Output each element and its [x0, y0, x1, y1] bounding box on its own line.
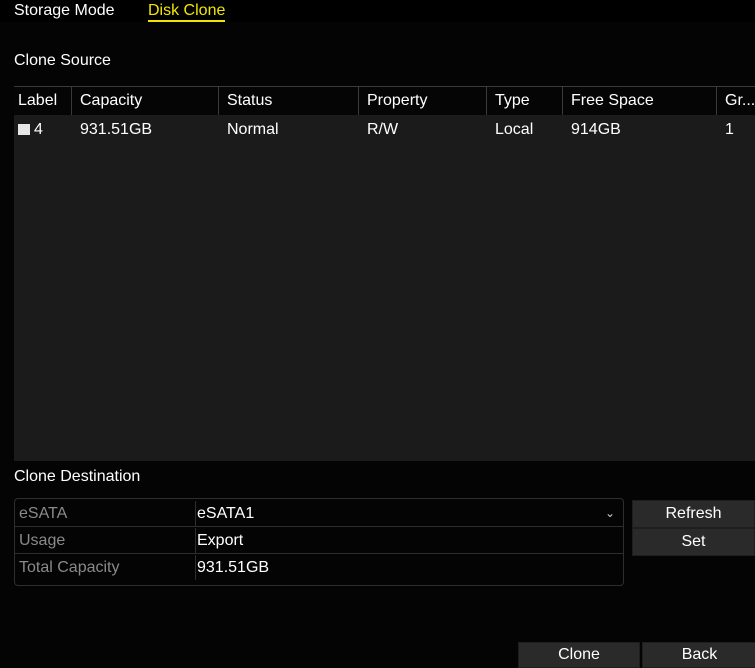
usage-label: Usage — [19, 532, 66, 549]
row-type: Local — [495, 121, 534, 138]
total-capacity-value: 931.51GB — [197, 559, 270, 576]
esata-value: eSATA1 — [197, 505, 255, 522]
column-divider[interactable] — [562, 87, 563, 115]
esata-select[interactable]: eSATA1 ⌄ — [196, 501, 623, 526]
refresh-button[interactable]: Refresh — [632, 500, 755, 528]
usage-row: Usage Export — [15, 528, 623, 554]
back-button[interactable]: Back — [642, 642, 755, 668]
tab-storage-mode[interactable]: Storage Mode — [14, 2, 115, 20]
column-header-property[interactable]: Property — [367, 87, 427, 115]
clone-source-title: Clone Source — [14, 52, 111, 69]
divider — [195, 528, 196, 553]
clone-destination-title: Clone Destination — [14, 468, 141, 485]
column-header-capacity[interactable]: Capacity — [80, 87, 142, 115]
row-group: 1 — [725, 121, 734, 138]
column-header-status[interactable]: Status — [227, 87, 272, 115]
esata-row: eSATA eSATA1 ⌄ — [15, 501, 623, 527]
chevron-down-icon[interactable]: ⌄ — [605, 501, 615, 526]
column-header-label[interactable]: Label — [18, 87, 57, 115]
table-header: Label Capacity Status Property Type Free… — [14, 87, 755, 115]
set-button[interactable]: Set — [632, 528, 755, 556]
column-divider[interactable] — [358, 87, 359, 115]
row-capacity: 931.51GB — [80, 121, 153, 138]
column-divider[interactable] — [71, 87, 72, 115]
column-header-type[interactable]: Type — [495, 87, 530, 115]
divider — [195, 555, 196, 580]
row-free-space: 914GB — [571, 121, 621, 138]
column-divider[interactable] — [486, 87, 487, 115]
column-header-free-space[interactable]: Free Space — [571, 87, 654, 115]
total-capacity-label: Total Capacity — [19, 559, 120, 576]
row-property: R/W — [367, 121, 399, 138]
column-header-group[interactable]: Gr... — [725, 87, 755, 115]
row-status: Normal — [227, 121, 279, 138]
clone-destination-panel: eSATA eSATA1 ⌄ Usage Export Total Capaci… — [14, 498, 624, 586]
usage-value: Export — [197, 532, 244, 549]
tab-bar: Storage Mode Disk Clone — [0, 0, 755, 22]
clone-source-table: Label Capacity Status Property Type Free… — [14, 86, 755, 461]
total-capacity-row: Total Capacity 931.51GB — [15, 555, 623, 580]
clone-button[interactable]: Clone — [518, 642, 640, 668]
tab-disk-clone[interactable]: Disk Clone — [148, 2, 226, 22]
row-label: 4 — [34, 121, 43, 138]
esata-label: eSATA — [19, 505, 68, 522]
column-divider[interactable] — [716, 87, 717, 115]
checkbox-icon[interactable] — [18, 124, 30, 135]
table-row[interactable]: 4 931.51GB Normal R/W Local 914GB 1 — [14, 116, 755, 144]
column-divider[interactable] — [218, 87, 219, 115]
